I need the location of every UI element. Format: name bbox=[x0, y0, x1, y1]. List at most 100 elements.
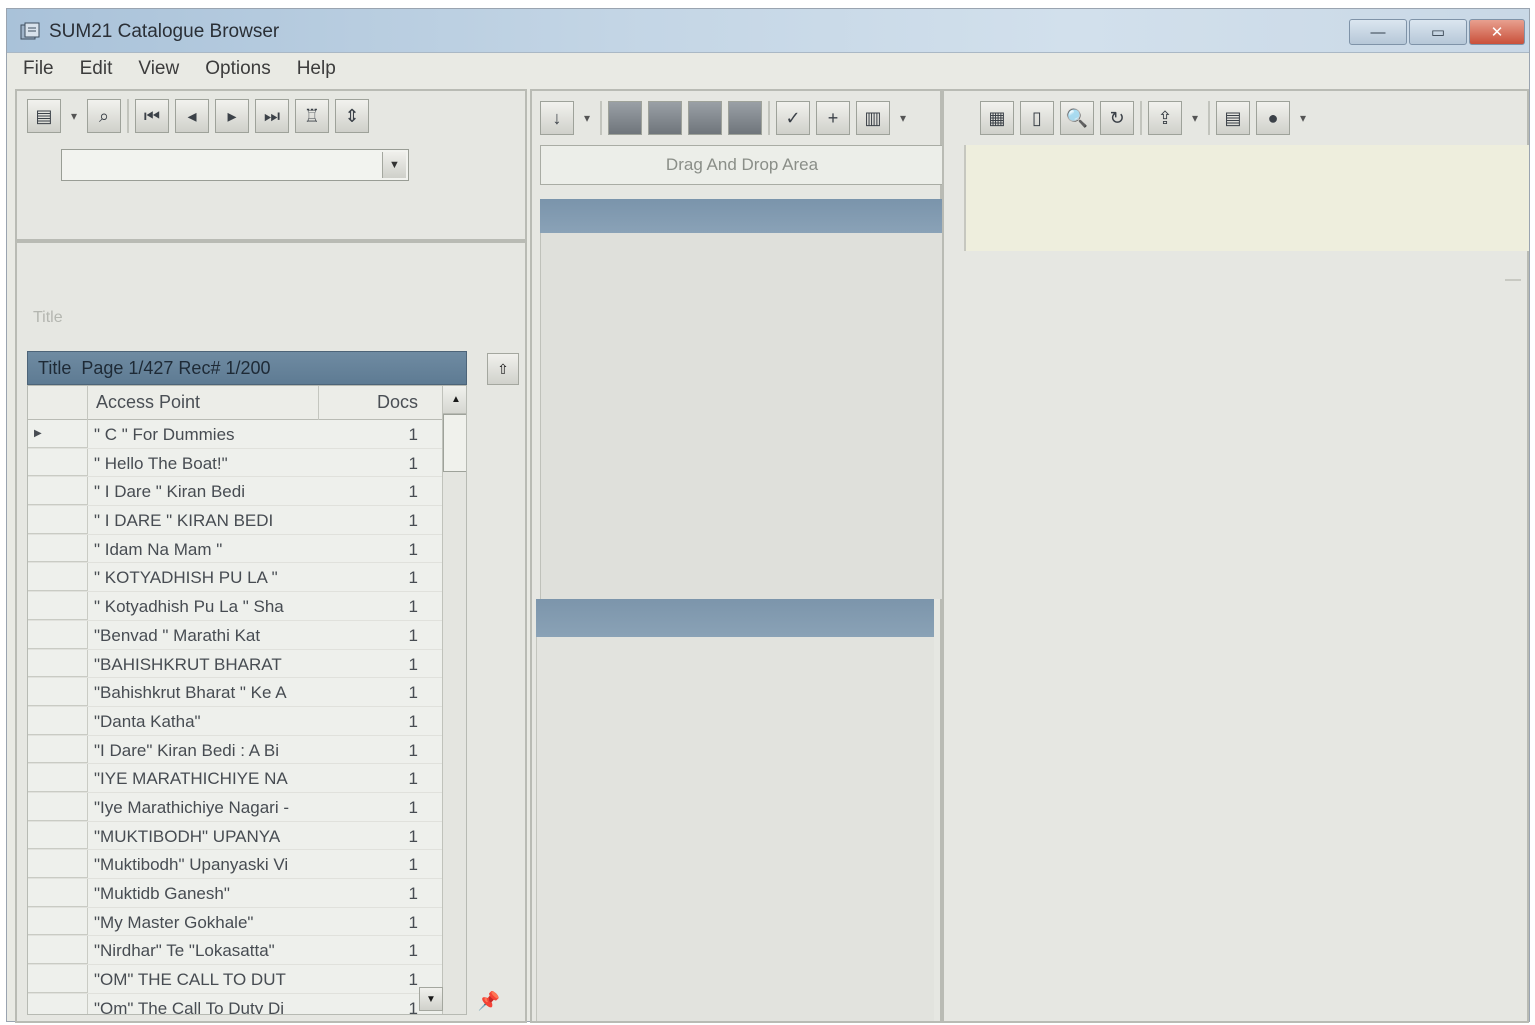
table-row[interactable]: " Kotyadhish Pu La " Sha 1 bbox=[28, 592, 442, 621]
prev-record-icon[interactable]: ◂ bbox=[175, 99, 209, 133]
table-row[interactable]: "Om" The Call To Duty Di 1 bbox=[28, 993, 442, 1014]
column-access-point[interactable]: Access Point bbox=[96, 392, 200, 413]
access-point-cell: " I DARE " KIRAN BEDI bbox=[94, 511, 274, 531]
menu-file[interactable]: File bbox=[23, 58, 54, 80]
plus-icon[interactable]: + bbox=[816, 101, 850, 135]
chevron-down-icon[interactable]: ▾ bbox=[1188, 101, 1202, 135]
scroll-up-icon[interactable]: ▲ bbox=[443, 386, 466, 414]
table-row[interactable]: "MUKTIBODH" UPANYA 1 bbox=[28, 821, 442, 851]
close-button[interactable]: ✕ bbox=[1469, 19, 1525, 45]
next-record-icon[interactable]: ▸ bbox=[215, 99, 249, 133]
grid-rows: ▶ " C " For Dummies 1 " Hello The Boat!" 1 " … bbox=[28, 420, 442, 1014]
table-row[interactable]: " Hello The Boat!" 1 bbox=[28, 448, 442, 478]
table-icon[interactable]: ▦ bbox=[980, 101, 1014, 135]
chevron-down-icon[interactable]: ▾ bbox=[896, 101, 910, 135]
table-row[interactable]: " KOTYADHISH PU LA " 1 bbox=[28, 563, 442, 593]
grid-scrollbar[interactable]: ▲ bbox=[442, 386, 466, 1014]
table-row[interactable]: " Idam Na Mam " 1 bbox=[28, 534, 442, 564]
row-header[interactable] bbox=[28, 563, 88, 592]
row-header[interactable] bbox=[28, 821, 88, 850]
chevron-down-icon[interactable]: ▼ bbox=[382, 152, 406, 178]
table-row[interactable]: "Bahishkrut Bharat " Ke A 1 bbox=[28, 678, 442, 707]
table-row[interactable]: ▶ " C " For Dummies 1 bbox=[28, 420, 442, 449]
document-icon[interactable]: ▯ bbox=[1020, 101, 1054, 135]
selected-list[interactable] bbox=[540, 233, 944, 599]
table-row[interactable]: "Muktidb Ganesh" 1 bbox=[28, 879, 442, 908]
table-row[interactable]: "Iye Marathichiye Nagari - 1 bbox=[28, 792, 442, 822]
row-header[interactable] bbox=[28, 448, 88, 477]
drag-drop-area[interactable]: Drag And Drop Area bbox=[540, 145, 944, 185]
table-row[interactable]: "Nirdhar" Te "Lokasatta" 1 bbox=[28, 936, 442, 966]
row-header[interactable] bbox=[28, 879, 88, 907]
menu-help[interactable]: Help bbox=[297, 58, 336, 80]
row-header[interactable] bbox=[28, 534, 88, 563]
row-header[interactable] bbox=[28, 735, 88, 764]
table-row[interactable]: " I Dare " Kiran Bedi 1 bbox=[28, 477, 442, 507]
table-row[interactable]: "OM" THE CALL TO DUT 1 bbox=[28, 965, 442, 994]
access-point-cell: "Benvad " Marathi Kat bbox=[94, 625, 261, 645]
row-header[interactable] bbox=[28, 620, 88, 649]
table-row[interactable]: "Benvad " Marathi Kat 1 bbox=[28, 620, 442, 650]
pin-icon[interactable]: ⇧ bbox=[487, 353, 519, 385]
report-icon[interactable]: ▤ bbox=[1216, 101, 1250, 135]
row-header[interactable] bbox=[28, 993, 88, 1014]
menu-options[interactable]: Options bbox=[205, 58, 270, 80]
access-point-grid[interactable]: Access Point Docs ▶ " C " For Dummies 1 " H… bbox=[27, 385, 467, 1015]
table-row[interactable]: "I Dare" Kiran Bedi : A Bi 1 bbox=[28, 735, 442, 765]
row-header[interactable] bbox=[28, 764, 88, 792]
sort-icon[interactable]: ⇕ bbox=[335, 99, 369, 133]
chevron-down-icon[interactable]: ▾ bbox=[580, 101, 594, 135]
scroll-thumb[interactable] bbox=[443, 414, 466, 472]
row-header[interactable] bbox=[28, 506, 88, 534]
maximize-button[interactable]: ▭ bbox=[1409, 19, 1467, 45]
current-row-indicator-icon[interactable]: ▶ bbox=[28, 420, 88, 448]
grid-caption-title: Title bbox=[38, 357, 72, 378]
minimize-button[interactable]: — bbox=[1349, 19, 1407, 45]
globe-icon[interactable]: ● bbox=[1256, 101, 1290, 135]
binoculars-icon[interactable]: ⌕ bbox=[87, 99, 121, 133]
books-icon[interactable]: ▥ bbox=[856, 101, 890, 135]
row-header[interactable] bbox=[28, 678, 88, 706]
checkmark-icon[interactable]: ✓ bbox=[776, 101, 810, 135]
docs-cell: 1 bbox=[408, 683, 418, 703]
menu-edit[interactable]: Edit bbox=[80, 58, 113, 80]
row-header[interactable] bbox=[28, 592, 88, 620]
row-header[interactable] bbox=[28, 792, 88, 821]
table-row[interactable]: "Muktibodh" Upanyaski Vi 1 bbox=[28, 850, 442, 879]
row-header[interactable] bbox=[28, 649, 88, 678]
database-icon[interactable]: ▤ bbox=[27, 99, 61, 133]
row-header[interactable] bbox=[28, 965, 88, 993]
row-header[interactable] bbox=[28, 706, 88, 735]
search-combo[interactable]: ▼ bbox=[61, 149, 409, 181]
row-header[interactable] bbox=[28, 477, 88, 506]
refresh-icon[interactable]: ↻ bbox=[1100, 101, 1134, 135]
detail-view-icon[interactable] bbox=[688, 101, 722, 135]
last-record-icon[interactable]: ⏭ bbox=[255, 99, 289, 133]
row-header[interactable] bbox=[28, 850, 88, 878]
table-row[interactable]: "My Master Gokhale" 1 bbox=[28, 907, 442, 937]
title-bar[interactable]: SUM21 Catalogue Browser — ▭ ✕ bbox=[7, 9, 1529, 53]
trophy-icon[interactable]: ♖ bbox=[295, 99, 329, 133]
pushpin-icon[interactable]: 📌 bbox=[475, 987, 503, 1015]
card-view-icon[interactable] bbox=[728, 101, 762, 135]
sort-az-icon[interactable]: ↓ bbox=[540, 101, 574, 135]
scroll-down-icon[interactable]: ▼ bbox=[419, 987, 443, 1011]
magnifier-icon[interactable]: 🔍 bbox=[1060, 101, 1094, 135]
chevron-down-icon[interactable]: ▾ bbox=[1296, 101, 1310, 135]
splitter-handle[interactable] bbox=[1505, 279, 1521, 281]
first-record-icon[interactable]: ⏮ bbox=[135, 99, 169, 133]
grid-view-icon[interactable] bbox=[608, 101, 642, 135]
export-icon[interactable]: ⇪ bbox=[1148, 101, 1182, 135]
table-row[interactable]: "IYE MARATHICHIYE NA 1 bbox=[28, 764, 442, 793]
row-header[interactable] bbox=[28, 936, 88, 965]
list-view-icon[interactable] bbox=[648, 101, 682, 135]
grid-column-header: Access Point Docs bbox=[28, 386, 442, 420]
table-row[interactable]: "BAHISHKRUT BHARAT 1 bbox=[28, 649, 442, 679]
menu-view[interactable]: View bbox=[138, 58, 179, 80]
row-header[interactable] bbox=[28, 907, 88, 936]
table-row[interactable]: " I DARE " KIRAN BEDI 1 bbox=[28, 506, 442, 535]
chevron-down-icon[interactable]: ▾ bbox=[67, 99, 81, 133]
table-row[interactable]: "Danta Katha" 1 bbox=[28, 706, 442, 736]
column-docs[interactable]: Docs bbox=[318, 386, 422, 420]
secondary-list[interactable] bbox=[536, 637, 934, 1021]
